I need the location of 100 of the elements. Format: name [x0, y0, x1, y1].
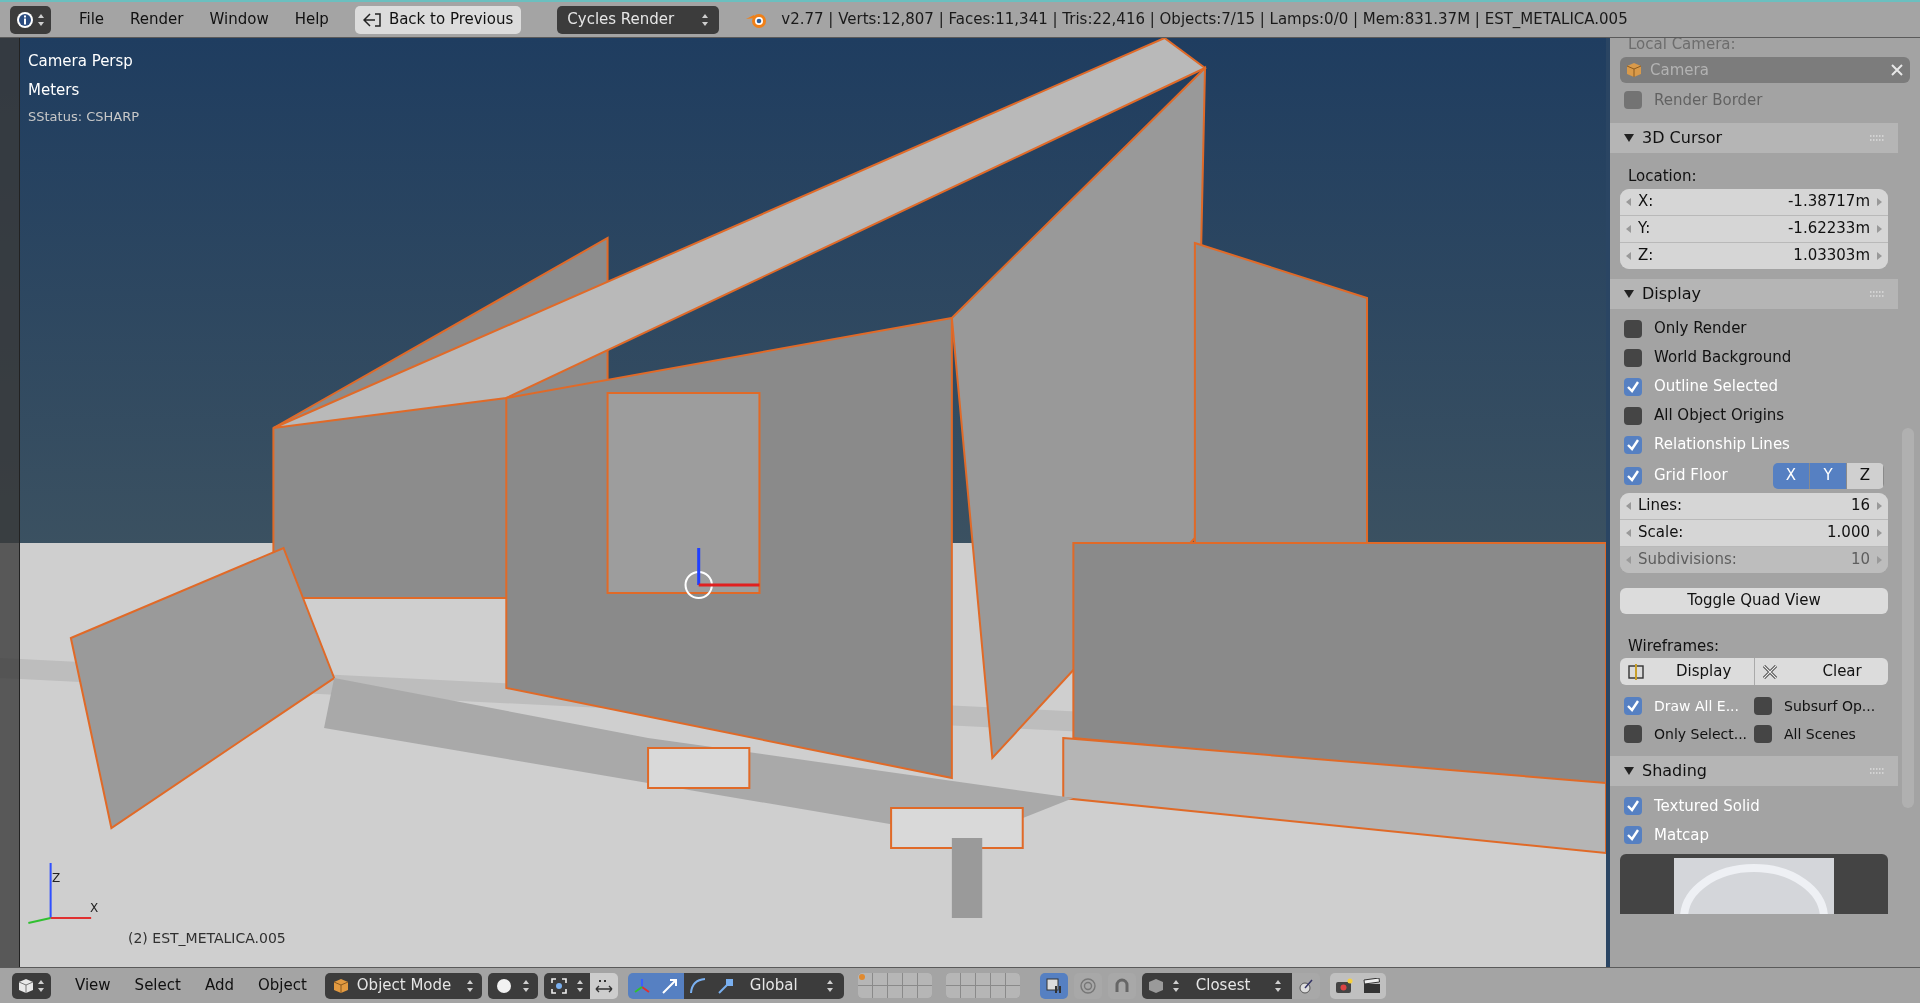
panel-header[interactable]: Shading: [1610, 756, 1898, 786]
checkbox[interactable]: [1624, 319, 1642, 338]
layer-button[interactable]: [1005, 986, 1020, 998]
render-engine-dropdown[interactable]: Cycles Render: [557, 5, 720, 34]
number-field[interactable]: Lines: 16: [1620, 492, 1888, 519]
manipulator-toggle[interactable]: [655, 972, 684, 999]
toggle-quad-view-button[interactable]: Toggle Quad View: [1620, 587, 1888, 614]
menu-item[interactable]: Window: [197, 6, 281, 33]
layer-button[interactable]: [975, 986, 990, 998]
layer-button[interactable]: [872, 973, 887, 985]
axis-toggle[interactable]: X: [1773, 462, 1810, 489]
checkbox-label: Matcap: [1654, 824, 1709, 846]
number-field[interactable]: Scale: 1.000: [1620, 519, 1888, 546]
scene-statistics: v2.77 | Verts:12,807 | Faces:11,341 | Tris:22,416 | Objects:7/15 | Lamps:0/0 | Mem:831.37M | EST_METALICA.005: [781, 9, 1628, 31]
checkbox[interactable]: [1624, 377, 1642, 396]
menu-item[interactable]: Object: [245, 972, 319, 999]
layer-button[interactable]: [887, 986, 902, 998]
decrement-arrow-icon[interactable]: [1626, 528, 1632, 537]
editor-type-dropdown[interactable]: [10, 5, 51, 34]
layer-button[interactable]: [945, 986, 960, 998]
snap-align-button[interactable]: [1291, 972, 1320, 999]
updown-arrows-icon: [825, 978, 834, 993]
manipulator-toggle[interactable]: [683, 972, 712, 999]
checkbox[interactable]: [1624, 697, 1642, 715]
decrement-arrow-icon[interactable]: [1626, 501, 1632, 510]
layer-button[interactable]: [902, 973, 917, 985]
layer-button[interactable]: [990, 973, 1005, 985]
close-icon[interactable]: [1890, 63, 1904, 77]
clear-wireframes-button[interactable]: Clear: [1754, 658, 1888, 685]
axis-toggle[interactable]: Z: [1847, 462, 1884, 489]
axis-label: Z: [52, 870, 61, 887]
orientation-dropdown[interactable]: Global: [739, 972, 844, 999]
disclosure-triangle-icon: [1624, 133, 1634, 143]
decrement-arrow-icon[interactable]: [1626, 197, 1632, 206]
checkbox[interactable]: [1624, 348, 1642, 367]
decrement-arrow-icon[interactable]: [1626, 251, 1632, 260]
layer-button[interactable]: [917, 986, 932, 998]
checkbox[interactable]: [1624, 466, 1642, 485]
checkbox[interactable]: [1624, 406, 1642, 425]
increment-arrow-icon[interactable]: [1876, 528, 1882, 537]
arrow-icon: [660, 976, 679, 995]
layer-button[interactable]: [887, 973, 902, 985]
layer-button[interactable]: [990, 986, 1005, 998]
checkbox[interactable]: [1754, 697, 1772, 715]
updown-arrows-icon: [521, 978, 530, 993]
checkbox-label: Subsurf Op...: [1784, 696, 1876, 716]
back-to-previous-button[interactable]: Back to Previous: [354, 5, 522, 34]
layer-button[interactable]: [975, 973, 990, 985]
pivot-dropdown[interactable]: [543, 972, 590, 999]
magnet-icon: [1113, 977, 1130, 994]
number-field[interactable]: Z: 1.03303m: [1620, 242, 1888, 269]
increment-arrow-icon[interactable]: [1876, 251, 1882, 260]
layer-button[interactable]: [857, 973, 872, 985]
cross-icon: [1760, 662, 1779, 681]
mode-dropdown[interactable]: Object Mode: [324, 972, 482, 999]
panel-header[interactable]: 3D Cursor: [1610, 123, 1898, 153]
layer-button[interactable]: [872, 986, 887, 998]
axis-toggle[interactable]: Y: [1810, 462, 1847, 489]
sphere-icon: [495, 977, 512, 994]
checkbox[interactable]: [1624, 91, 1642, 109]
cube-icon: [1147, 977, 1164, 994]
snap-element-dropdown[interactable]: [1141, 972, 1186, 999]
checkbox[interactable]: [1624, 725, 1642, 743]
shading-dropdown[interactable]: [487, 972, 538, 999]
snap-button[interactable]: [1107, 972, 1136, 999]
checkbox[interactable]: [1624, 826, 1642, 844]
dish-icon: [1297, 977, 1314, 994]
lock-camera-button[interactable]: [1039, 972, 1068, 999]
menu-item[interactable]: Help: [282, 6, 341, 33]
panel-header[interactable]: Display: [1610, 278, 1898, 309]
checkbox[interactable]: [1624, 797, 1642, 815]
layer-button[interactable]: [960, 973, 975, 985]
editor-type-dropdown[interactable]: [12, 972, 51, 999]
menu-item[interactable]: Add: [192, 972, 246, 999]
menu-item[interactable]: File: [67, 6, 117, 33]
proportional-edit-button[interactable]: [1073, 972, 1102, 999]
checkbox[interactable]: [1754, 725, 1772, 743]
number-field[interactable]: X: -1.38717m: [1620, 188, 1888, 215]
display-wireframes-button[interactable]: Display: [1620, 658, 1755, 685]
layer-button[interactable]: [917, 973, 932, 985]
layer-button[interactable]: [902, 986, 917, 998]
increment-arrow-icon[interactable]: [1876, 197, 1882, 206]
manipulator-toggle[interactable]: [627, 972, 656, 999]
decrement-arrow-icon[interactable]: [1626, 224, 1632, 233]
menu-item[interactable]: Render: [118, 6, 196, 33]
checkbox[interactable]: [1624, 435, 1642, 454]
updown-arrows-icon: [701, 12, 710, 27]
matcap-preview[interactable]: [1620, 854, 1888, 914]
menu-item[interactable]: View: [63, 972, 123, 999]
layer-button[interactable]: [960, 986, 975, 998]
pivot-manipulate-button[interactable]: [589, 972, 618, 999]
number-field[interactable]: Y: -1.62233m: [1620, 215, 1888, 242]
layer-button[interactable]: [857, 986, 872, 998]
menu-item[interactable]: Select: [122, 972, 193, 999]
checkbox-label: Textured Solid: [1654, 795, 1760, 817]
snap-target-dropdown[interactable]: Closest: [1185, 972, 1292, 999]
increment-arrow-icon[interactable]: [1876, 224, 1882, 233]
layer-button[interactable]: [945, 973, 960, 985]
increment-arrow-icon[interactable]: [1876, 501, 1882, 510]
layer-button[interactable]: [1005, 973, 1020, 985]
